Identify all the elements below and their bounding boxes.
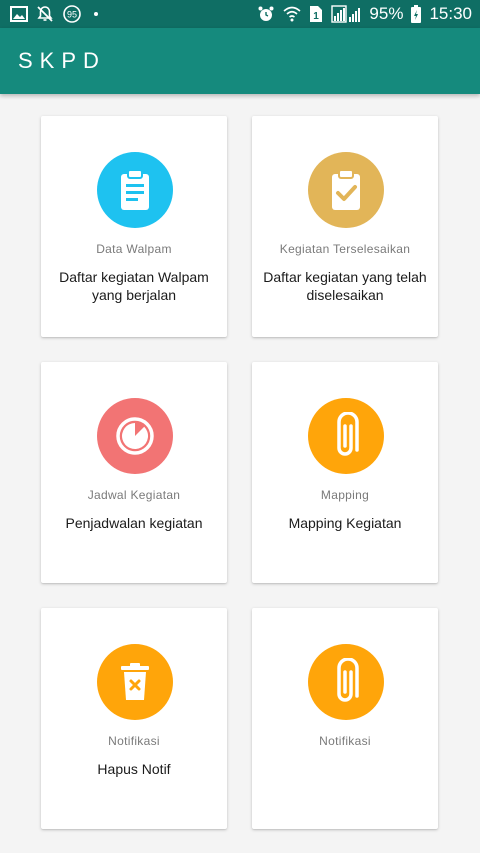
card-label: Jadwal Kegiatan xyxy=(87,488,181,502)
card-description: Daftar kegiatan Walpam yang berjalan xyxy=(59,269,209,303)
sim-icon: 1 xyxy=(309,5,323,23)
card-label: Mapping xyxy=(320,488,370,502)
menu-card-mapping[interactable]: Mapping Mapping Kegiatan xyxy=(252,362,438,583)
card-description: Mapping Kegiatan xyxy=(288,515,402,531)
app-bar: SKPD xyxy=(0,28,480,94)
alarm-icon xyxy=(257,5,275,23)
battery-icon xyxy=(411,5,422,23)
card-description: Hapus Notif xyxy=(97,761,171,777)
paperclip-icon xyxy=(308,398,384,474)
menu-card-jadwal-kegiatan[interactable]: Jadwal Kegiatan Penjadwalan kegiatan xyxy=(41,362,227,583)
image-icon xyxy=(10,6,28,22)
card-description: Penjadwalan kegiatan xyxy=(65,515,203,531)
card-label: Notifikasi xyxy=(319,734,371,748)
battery-percent: 95% xyxy=(369,4,404,23)
card-label: Data Walpam xyxy=(96,242,172,256)
menu-card-hapus-notif[interactable]: Notifikasi Hapus Notif xyxy=(41,608,227,829)
trash-icon xyxy=(97,644,173,720)
menu-card-kegiatan-terselesaikan[interactable]: Kegiatan Terselesaikan Daftar kegiatan y… xyxy=(252,116,438,337)
card-description: Daftar kegiatan yang telah diselesaikan xyxy=(263,269,427,303)
data-saver-number: 95 xyxy=(67,10,77,20)
data-saver-icon: 95 xyxy=(62,4,82,24)
signal-icon xyxy=(331,5,361,23)
card-label: Kegiatan Terselesaikan xyxy=(279,242,411,256)
notifications-off-icon xyxy=(36,5,54,23)
status-bar: 95 1 95% 15:30 xyxy=(0,0,480,28)
notification-dot xyxy=(94,12,98,16)
clipboard-list-icon xyxy=(97,152,173,228)
clipboard-check-icon xyxy=(308,152,384,228)
sim-slot-number: 1 xyxy=(314,11,320,22)
menu-card-notifikasi[interactable]: Notifikasi xyxy=(252,608,438,829)
card-label: Notifikasi xyxy=(108,734,160,748)
menu-card-data-walpam[interactable]: Data Walpam Daftar kegiatan Walpam yang … xyxy=(41,116,227,337)
app-title: SKPD xyxy=(18,48,106,73)
wifi-icon xyxy=(283,6,301,22)
paperclip-icon xyxy=(308,644,384,720)
timer-icon xyxy=(97,398,173,474)
clock: 15:30 xyxy=(429,4,472,23)
